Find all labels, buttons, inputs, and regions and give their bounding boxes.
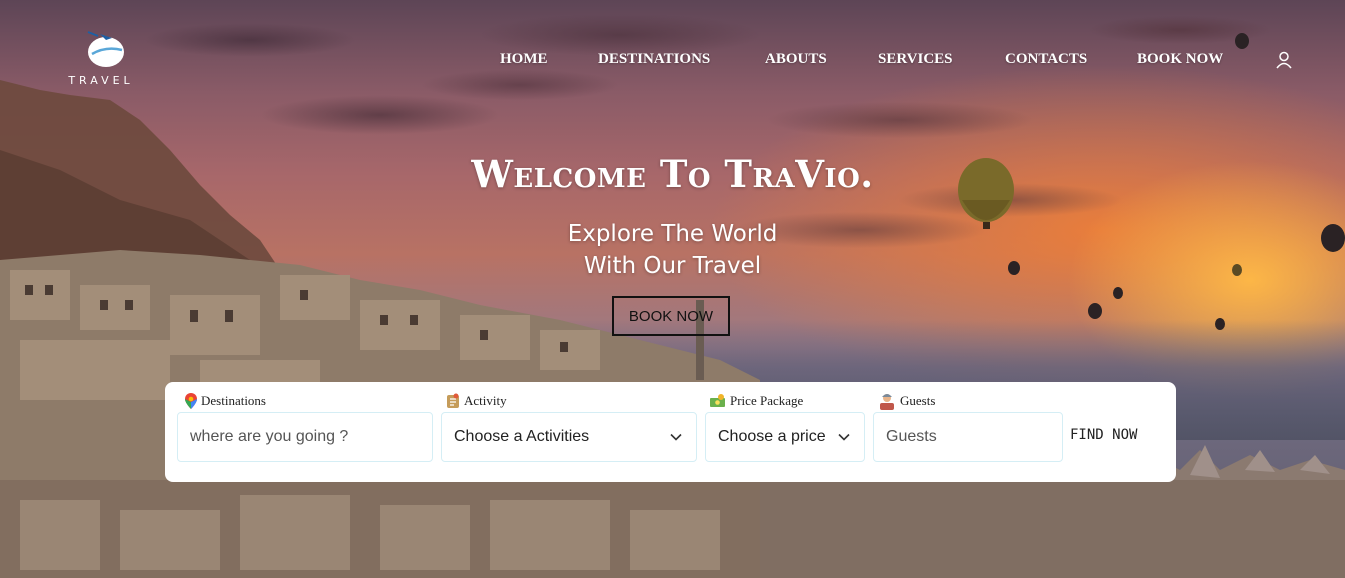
guests-placeholder: Guests xyxy=(886,428,937,445)
find-now-button[interactable]: FIND NOW xyxy=(1070,420,1160,450)
price-label-text: Price Package xyxy=(730,393,804,408)
destinations-label-text: Destinations xyxy=(201,393,266,408)
price-label: Price Package xyxy=(710,392,803,410)
activity-icon xyxy=(447,393,459,408)
activity-label-text: Activity xyxy=(464,393,507,408)
hero-subtitle-line-2: With Our Travel xyxy=(583,253,762,279)
guest-icon xyxy=(880,394,894,410)
map-pin-icon xyxy=(185,393,197,409)
activity-selected-value: Choose a Activities xyxy=(454,428,590,445)
nav-destinations[interactable]: DESTINATIONS xyxy=(598,51,710,68)
price-select[interactable]: Choose a price xyxy=(705,412,865,462)
chevron-down-icon xyxy=(838,433,850,441)
guests-label-text: Guests xyxy=(900,393,936,408)
price-selected-value: Choose a price xyxy=(718,428,826,445)
nav-book-now[interactable]: BOOK NOW xyxy=(1137,51,1223,68)
brand-logo[interactable]: TRAVEL xyxy=(64,26,138,88)
activity-label: Activity xyxy=(446,392,507,410)
hero-title: Welcome To TraVio. xyxy=(471,152,874,196)
plane-globe-logo-icon xyxy=(87,31,124,67)
destinations-placeholder: where are you going ? xyxy=(190,428,349,445)
nav-contacts[interactable]: CONTACTS xyxy=(1005,51,1087,68)
hero-book-now-button[interactable]: BOOK NOW xyxy=(612,296,730,336)
hero-background xyxy=(0,0,1345,578)
activity-select[interactable]: Choose a Activities xyxy=(441,412,697,462)
money-icon xyxy=(710,394,725,407)
destinations-label: Destinations xyxy=(185,392,266,410)
chevron-down-icon xyxy=(670,433,682,441)
destinations-input[interactable]: where are you going ? xyxy=(177,412,433,462)
hero-subtitle: Explore The World With Our Travel xyxy=(0,218,1345,282)
nav-services[interactable]: SERVICES xyxy=(878,51,953,68)
search-panel: Destinations where are you going ? Activ… xyxy=(165,382,1176,482)
cappadocia-town-illustration xyxy=(0,33,1345,578)
hero-subtitle-line-1: Explore The World xyxy=(567,221,778,247)
user-icon[interactable] xyxy=(1275,51,1293,69)
guests-label: Guests xyxy=(878,392,935,410)
logo-text: TRAVEL xyxy=(68,74,134,87)
nav-abouts[interactable]: ABOUTS xyxy=(765,51,827,68)
nav-home[interactable]: HOME xyxy=(500,51,548,68)
guests-input[interactable]: Guests xyxy=(873,412,1063,462)
